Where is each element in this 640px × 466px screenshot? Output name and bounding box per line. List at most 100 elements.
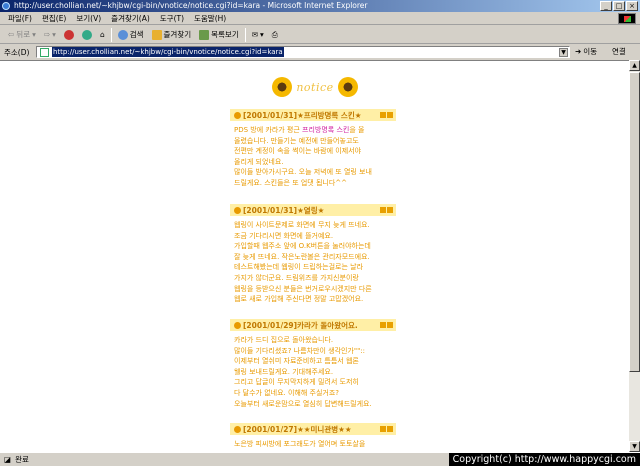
forward-button[interactable]: ⇨ ▾ [42,30,58,39]
history-icon [199,29,210,40]
forward-arrow-icon: ⇨ [43,30,51,39]
scroll-thumb[interactable] [629,72,640,372]
edit-icon[interactable] [380,112,386,118]
print-icon: ⎙ [271,29,278,39]
post-line: 많이들 기다리셨죠? 나름차만이 생각인가"":: [234,346,366,355]
notice-post: [2001/01/29]카라가 돌아왔어요. 카라가 드디 집으로 돌아왔습니다… [230,319,396,409]
post-line: 웹로 새로 가입해 주신다면 정말 고맙겠어요. [234,295,364,304]
browser-window: http://user.chollian.net/~khjbw/cgi-bin/… [0,0,640,466]
windows-logo-icon [618,13,636,24]
status-text: 완료 [15,454,29,464]
refresh-icon [81,29,92,40]
post-line: 웰링 보내드릴게요. 기대해주세요. [234,367,334,376]
edit-icon[interactable] [380,207,386,213]
stop-button[interactable] [62,29,76,40]
delete-icon[interactable] [387,112,393,118]
post-title[interactable]: [2001/01/29]카라가 돌아왔어요. [243,320,358,331]
menu-favorites[interactable]: 즐겨찾기(A) [111,13,150,24]
vertical-scrollbar[interactable]: ▲ ▼ [629,60,640,452]
post-line: 카라가 드디 집으로 돌아왔습니다. [234,336,334,344]
search-button[interactable]: 검색 [116,29,146,40]
menu-file[interactable]: 파일(F) [8,13,32,24]
address-bar: 주소(D) http://user.chollian.net/~khjbw/cg… [0,45,640,59]
bullet-icon [234,425,241,433]
print-button[interactable]: ⎙ [270,30,280,40]
post-body: PDS 방에 카라가 평근 프리방명록 스킨을 올 올렸습니다. 만들기는 예전… [230,121,396,189]
post-line: 잘 늦게 뜨네요. 작은노란볼은 관리자모드에요. [234,252,370,261]
back-button[interactable]: ⇦ 뒤로 ▾ [6,29,38,40]
links-button[interactable]: 연결 [612,46,626,57]
post-line: 그리고 답글이 무지막지하게 밀려서 도저히 [234,378,359,387]
close-button[interactable]: × [626,1,638,11]
post-line: 오늘부터 새로운맘으로 열심히 답변해드릴게요. [234,399,372,408]
maximize-button[interactable]: □ [613,1,625,11]
page-icon [40,47,49,57]
search-icon [117,29,128,40]
menu-bar: 파일(F) 편집(E) 보기(V) 즐겨찾기(A) 도구(T) 도움말(H) [0,12,640,25]
post-line: 많이들 받아가시구요. 오늘 저녁에 또 열링 보내 [234,168,372,177]
sunflower-icon [337,77,358,97]
post-body: 웹링이 사이트문제로 화면에 무지 늦게 뜨네요. 조금 기다리시면 화면에 뜰… [230,216,396,305]
bullet-icon [234,206,241,214]
delete-icon[interactable] [387,322,393,328]
ie-icon [2,2,10,10]
toolbar-separator [244,27,246,42]
delete-icon[interactable] [387,207,393,213]
edit-icon[interactable] [380,322,386,328]
go-arrow-icon: ➜ [575,47,582,56]
back-arrow-icon: ⇦ [8,30,15,39]
post-body: 카라가 드디 집으로 돌아왔습니다. 많이들 기다리셨죠? 나름차만이 생각인가… [230,331,396,409]
post-line: 조금 기다리시면 화면에 뜰거예요. [234,231,334,240]
history-button[interactable]: 목록보기 [197,29,241,40]
home-button[interactable]: ⌂ [98,30,107,39]
address-dropdown-button[interactable]: ▼ [559,48,568,57]
post-line: 올리게 되었네요. [234,157,284,166]
toolbar-separator [110,27,112,42]
edit-icon[interactable] [380,426,386,432]
menu-tools[interactable]: 도구(T) [160,13,184,24]
notice-post: [2001/01/31]★열링★ 웹링이 사이트문제로 화면에 무지 늦게 뜨네… [230,204,396,305]
post-header[interactable]: [2001/01/31]★열링★ [230,204,396,216]
skin-link[interactable]: 프리방명록 스킨 [302,126,349,134]
bullet-icon [234,111,241,119]
post-title[interactable]: [2001/01/31]★프리방명록 스킨★ [243,110,361,121]
address-label: 주소(D) [4,47,30,57]
post-line: 드릴게요. 스킨들은 또 업댓 됩니다^^ [234,178,348,187]
notice-post: [2001/01/27]★★미니관병★★ 노은방 피씨방에 포그래도가 열어며 … [230,423,396,450]
post-line: 노은방 피씨방에 포그래도가 열어며 토토살을 [234,440,366,448]
menu-view[interactable]: 보기(V) [76,13,101,24]
scroll-down-button[interactable]: ▼ [629,441,640,452]
post-body: 노은방 피씨방에 포그래도가 열어며 토토살을 [230,435,396,450]
post-line: 가입할때 웹주소 앞에 O.K버튼을 눌러야하는데 [234,242,371,251]
delete-icon[interactable] [387,426,393,432]
post-header[interactable]: [2001/01/29]카라가 돌아왔어요. [230,319,396,331]
mail-button[interactable]: ✉ ▾ [250,30,266,39]
post-header[interactable]: [2001/01/27]★★미니관병★★ [230,423,396,435]
notice-post: [2001/01/31]★프리방명록 스킨★ PDS 방에 카라가 평근 프리방… [230,109,396,189]
post-line: 올렸습니다. 만들기는 예전에 만들어놓고도 [234,136,359,145]
post-line: 웹링이 사이트문제로 화면에 무지 늦게 뜨네요. [234,221,370,229]
logo-text: notice [296,80,334,94]
page-done-icon: ◪ [4,454,12,464]
post-line: 다 달수가 없네요. 이해해 주실거죠? [234,388,340,397]
refresh-button[interactable] [80,29,94,40]
favorites-button[interactable]: 즐겨찾기 [150,29,194,40]
bullet-icon [234,321,241,329]
go-button[interactable]: ➜ 이동 [575,46,597,57]
notice-logo: notice [268,75,362,99]
post-line: 웹링을 등받으신 분들은 번거로우시겠지만 다른 [234,284,372,293]
address-input[interactable]: http://user.chollian.net/~khjbw/cgi-bin/… [36,46,570,58]
menu-help[interactable]: 도움말(H) [194,13,226,24]
post-line: 가지가 않더군요. 드림위즈를 가지신분이랑 [234,273,359,282]
menu-edit[interactable]: 편집(E) [42,13,66,24]
post-line: 테스트해봤는데 웹링이 드립하는걸로는 날라 [234,263,364,272]
window-title: http://user.chollian.net/~khjbw/cgi-bin/… [14,1,368,10]
post-title[interactable]: [2001/01/31]★열링★ [243,205,324,216]
scroll-up-button[interactable]: ▲ [629,60,640,71]
post-title[interactable]: [2001/01/27]★★미니관병★★ [243,424,352,435]
minimize-button[interactable]: _ [600,1,612,11]
address-url[interactable]: http://user.chollian.net/~khjbw/cgi-bin/… [52,47,284,57]
page-content: notice [2001/01/31]★프리방명록 스킨★ PDS 방에 카라가… [0,60,629,452]
stop-icon [63,29,74,40]
post-header[interactable]: [2001/01/31]★프리방명록 스킨★ [230,109,396,121]
